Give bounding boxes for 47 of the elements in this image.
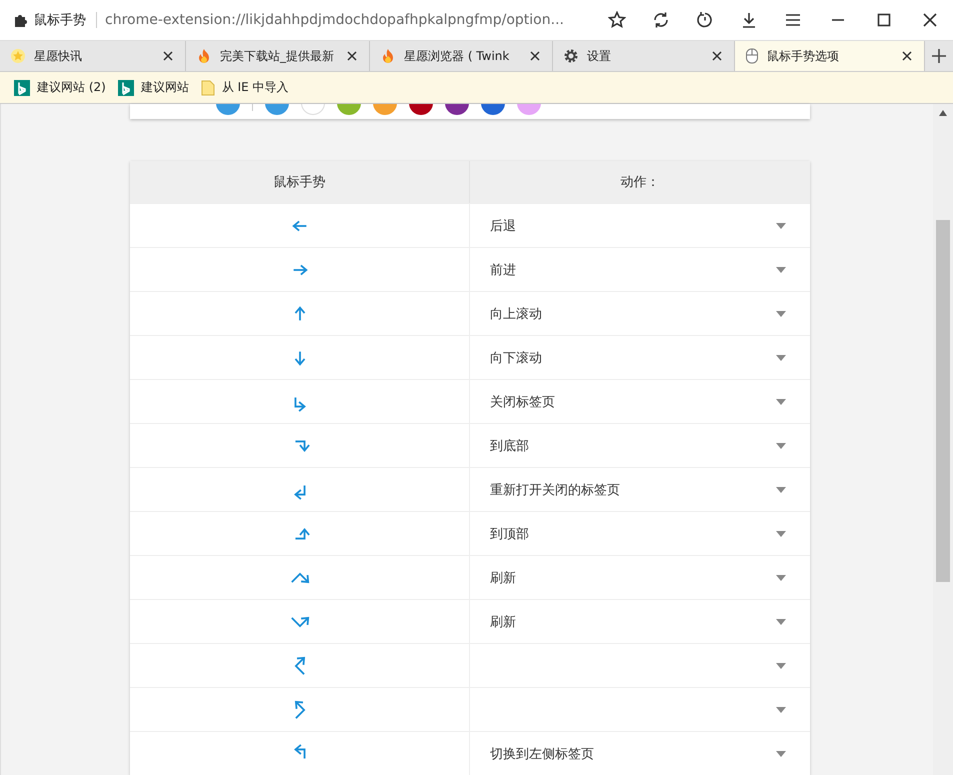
caret-icon bbox=[776, 530, 786, 536]
action-select[interactable]: 切换到左侧标签页 bbox=[470, 732, 810, 775]
close-icon[interactable] bbox=[710, 49, 724, 63]
caret-icon bbox=[776, 662, 786, 668]
bing-icon bbox=[14, 80, 30, 96]
scroll-up-icon[interactable] bbox=[939, 110, 947, 116]
close-icon[interactable] bbox=[345, 49, 359, 63]
caret-icon bbox=[776, 266, 786, 272]
window-title: 鼠标手势 bbox=[34, 12, 86, 29]
address-bar[interactable]: chrome-extension://likjdahhpdjmdochdopafhpkalpngfmp/option... bbox=[96, 12, 595, 28]
action-select[interactable]: 向上滚动 bbox=[470, 292, 810, 335]
bookmark-link[interactable]: 从 IE 中导入 bbox=[200, 79, 289, 96]
action-select[interactable]: 刷新 bbox=[470, 600, 810, 643]
action-select[interactable]: 重新打开关闭的标签页 bbox=[470, 468, 810, 511]
action-select[interactable]: 后退 bbox=[470, 204, 810, 247]
caret-icon bbox=[776, 486, 786, 492]
close-icon[interactable] bbox=[528, 49, 542, 63]
caret-icon bbox=[776, 750, 786, 756]
flame-icon bbox=[196, 48, 212, 64]
action-select[interactable]: 关闭标签页 bbox=[470, 380, 810, 423]
action-select[interactable]: 刷新 bbox=[470, 556, 810, 599]
caret-icon bbox=[776, 354, 786, 360]
browser-tab[interactable]: 鼠标手势选项 bbox=[735, 41, 925, 71]
caret-icon bbox=[776, 442, 786, 448]
action-select[interactable]: 到底部 bbox=[470, 424, 810, 467]
puzzle-icon bbox=[14, 13, 28, 27]
column-header: 鼠标手势 bbox=[130, 161, 470, 203]
gear-icon bbox=[563, 48, 579, 64]
action-select[interactable]: 到顶部 bbox=[470, 512, 810, 555]
bookmark-link[interactable]: 建议网站 (2) bbox=[14, 79, 106, 96]
caret-icon bbox=[776, 618, 786, 624]
caret-icon bbox=[776, 398, 786, 404]
caret-icon bbox=[776, 310, 786, 316]
action-select[interactable]: 向下滚动 bbox=[470, 336, 810, 379]
close-icon[interactable] bbox=[161, 49, 175, 63]
column-header: 动作： bbox=[470, 161, 810, 203]
flame-icon bbox=[380, 48, 396, 64]
caret-icon bbox=[776, 574, 786, 580]
mouse-icon bbox=[745, 48, 759, 64]
caret-icon bbox=[776, 222, 786, 228]
caret-icon bbox=[776, 706, 786, 712]
bing-icon bbox=[118, 80, 134, 96]
bookmark-link[interactable]: 建议网站 bbox=[118, 79, 189, 96]
action-select[interactable]: 前进 bbox=[470, 248, 810, 291]
close-icon[interactable] bbox=[900, 49, 914, 63]
folder-icon bbox=[200, 80, 215, 96]
scrollbar[interactable] bbox=[933, 104, 953, 775]
